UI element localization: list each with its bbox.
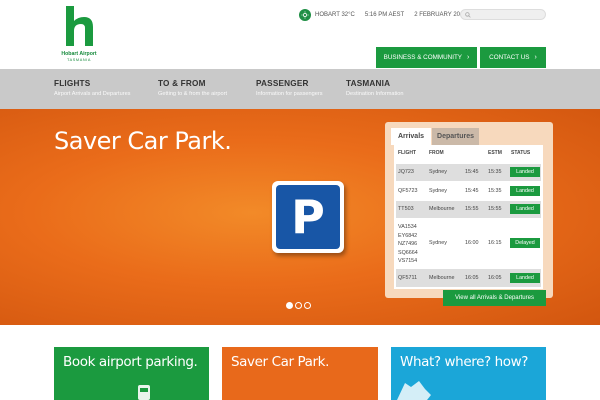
tab-departures[interactable]: Departures xyxy=(432,128,479,145)
date-text: 2 FEBRUARY 2016 xyxy=(414,12,467,18)
parking-sign-icon: P xyxy=(272,181,344,253)
flights-panel: Arrivals Departures FLIGHT FROM ESTM STA… xyxy=(385,122,553,298)
flights-table: FLIGHT FROM ESTM STATUS JQ723 Sydney 15:… xyxy=(394,145,543,289)
flight-scheduled: 16:00 xyxy=(465,240,479,246)
flight-estimated: 15:55 xyxy=(488,206,502,212)
nav-item-desc: Information for passengers xyxy=(256,91,323,97)
saver-car-park-card[interactable]: Saver Car Park. xyxy=(222,347,378,400)
flight-scheduled: 15:45 xyxy=(465,169,479,175)
flight-estimated: 16:15 xyxy=(488,240,502,246)
nav-item-passenger[interactable]: PASSENGER Information for passengers xyxy=(256,79,323,97)
col-header-from: FROM xyxy=(429,150,444,156)
card-title: What? where? how? xyxy=(400,354,529,370)
flight-estimated: 15:35 xyxy=(488,188,502,194)
slider-dot[interactable] xyxy=(295,302,302,309)
flight-number: VA1534 EY6842 NZ7496 SQ6664 VS7154 xyxy=(398,224,418,264)
flight-number: QF5723 xyxy=(398,188,418,194)
status-badge: Landed xyxy=(510,167,540,177)
hero-title: Saver Car Park. xyxy=(54,127,232,155)
contact-us-button[interactable]: CONTACT US › xyxy=(480,47,546,68)
status-badge: Landed xyxy=(510,186,540,196)
weather-text: HOBART 32°C xyxy=(315,12,355,18)
status-badge: Landed xyxy=(510,273,540,283)
logo-region: TASMANIA xyxy=(67,58,91,62)
header-meta: HOBART 32°C 5:16 PM AEST 2 FEBRUARY 2016 xyxy=(299,8,477,22)
logo-h-icon xyxy=(66,6,93,46)
time-text: 5:16 PM AEST xyxy=(364,12,405,18)
status-badge: Delayed xyxy=(510,238,540,248)
table-header: FLIGHT FROM ESTM STATUS xyxy=(394,150,543,160)
table-row[interactable]: VA1534 EY6842 NZ7496 SQ6664 VS7154 Sydne… xyxy=(396,220,541,268)
nav-item-flights[interactable]: FLIGHTS Airport Arrivals and Departures xyxy=(54,79,130,97)
business-community-button[interactable]: BUSINESS & COMMUNITY › xyxy=(376,47,477,68)
card-title: Saver Car Park. xyxy=(231,354,329,370)
flight-estimated: 15:35 xyxy=(488,169,502,175)
tab-arrivals[interactable]: Arrivals xyxy=(391,128,431,145)
nav-item-desc: Airport Arrivals and Departures xyxy=(54,91,131,97)
flight-scheduled: 16:05 xyxy=(465,275,479,281)
slider-dot[interactable] xyxy=(286,302,293,309)
col-header-status: STATUS xyxy=(511,150,531,156)
parking-sign-letter: P xyxy=(291,190,325,244)
slider-dots xyxy=(286,302,313,309)
chevron-right-icon: › xyxy=(534,54,537,61)
flight-from: Sydney xyxy=(429,188,447,194)
slider-dot[interactable] xyxy=(304,302,311,309)
flight-scheduled: 15:55 xyxy=(465,206,479,212)
hand-pointer-icon xyxy=(397,381,431,400)
nav-item-title: TO & FROM xyxy=(158,79,206,88)
contact-us-label: CONTACT US xyxy=(489,54,530,61)
nav-item-desc: Getting to & from the airport xyxy=(158,91,228,97)
flight-number: TT503 xyxy=(398,206,414,212)
table-row[interactable]: QF5723 Sydney 15:45 15:35 Landed xyxy=(396,182,541,200)
view-all-flights-button[interactable]: View all Arrivals & Departures xyxy=(443,290,546,306)
table-row[interactable]: QF5711 Melbourne 16:05 16:05 Landed xyxy=(396,269,541,287)
table-row[interactable]: TT503 Melbourne 15:55 15:55 Landed xyxy=(396,201,541,218)
logo-name: Hobart Airport xyxy=(61,51,97,57)
nav-item-desc: Destination Information xyxy=(346,91,404,97)
nav-item-to-from[interactable]: TO & FROM Getting to & from the airport xyxy=(158,79,227,97)
nav-item-tasmania[interactable]: TASMANIA Destination Information xyxy=(346,79,404,97)
book-parking-card[interactable]: Book airport parking. xyxy=(54,347,209,400)
flight-from: Melbourne xyxy=(429,275,455,281)
nav-item-title: PASSENGER xyxy=(256,79,309,88)
flight-from: Sydney xyxy=(429,169,447,175)
nav-item-title: FLIGHTS xyxy=(54,79,91,88)
flight-estimated: 16:05 xyxy=(488,275,502,281)
col-header-estm: ESTM xyxy=(488,150,502,156)
card-title: Book airport parking. xyxy=(63,354,198,370)
chevron-right-icon: › xyxy=(467,54,470,61)
search-input[interactable] xyxy=(460,9,546,20)
status-badge: Landed xyxy=(510,204,540,214)
nav-item-title: TASMANIA xyxy=(346,79,391,88)
flight-scheduled: 15:45 xyxy=(465,188,479,194)
search-icon[interactable] xyxy=(465,12,471,18)
car-icon xyxy=(138,385,150,400)
flight-number: QF5711 xyxy=(398,275,418,281)
what-where-how-card[interactable]: What? where? how? xyxy=(391,347,546,400)
hobart-airport-logo[interactable]: Hobart Airport TASMANIA xyxy=(57,6,101,64)
flight-number: JQ723 xyxy=(398,169,414,175)
flight-from: Sydney xyxy=(429,240,447,246)
flight-from: Melbourne xyxy=(429,206,455,212)
main-nav: FLIGHTS Airport Arrivals and Departures … xyxy=(0,69,600,109)
table-row[interactable]: JQ723 Sydney 15:45 15:35 Landed xyxy=(396,164,541,181)
business-community-label: BUSINESS & COMMUNITY xyxy=(383,54,463,61)
col-header-flight: FLIGHT xyxy=(398,150,417,156)
sun-icon xyxy=(299,9,311,21)
